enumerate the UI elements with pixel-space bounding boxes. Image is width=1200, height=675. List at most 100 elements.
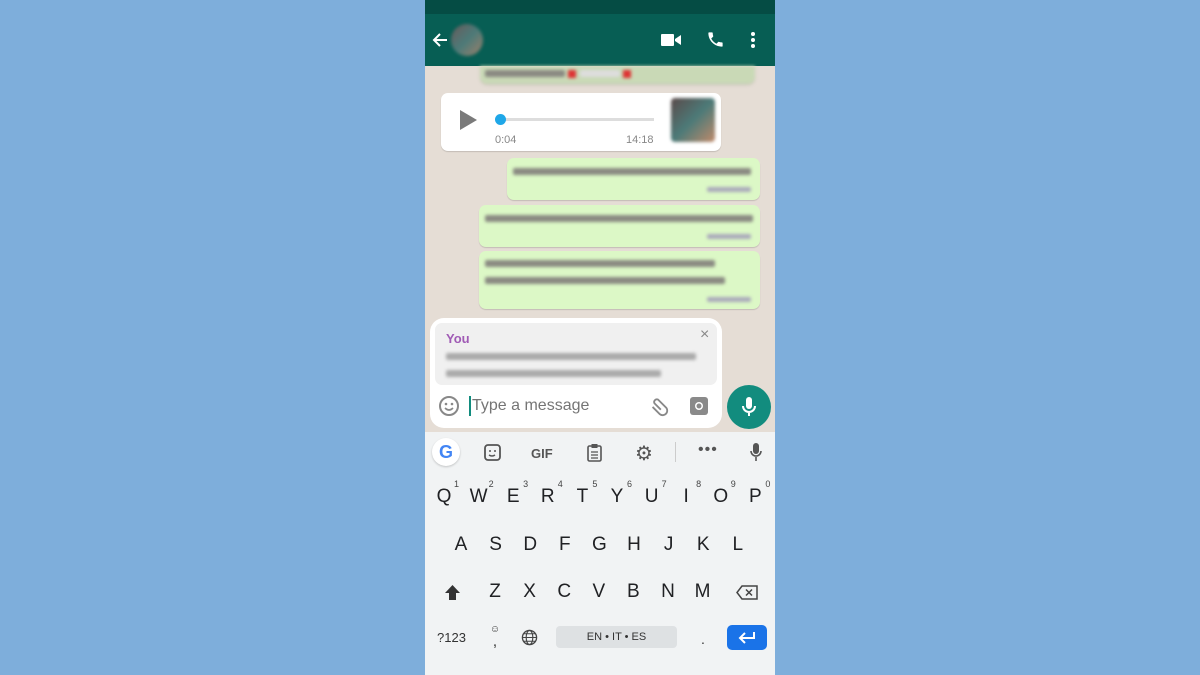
back-arrow-icon[interactable]	[431, 31, 449, 49]
camera-icon[interactable]	[689, 396, 709, 416]
contact-avatar[interactable]	[451, 24, 483, 56]
key-label: X	[523, 581, 536, 602]
key-j[interactable]: J	[654, 534, 684, 556]
sender-avatar	[671, 98, 715, 142]
key-hint: 8	[696, 479, 702, 489]
key-label: B	[627, 581, 640, 602]
seek-handle[interactable]	[495, 114, 506, 125]
key-hint: 5	[592, 479, 598, 489]
key-x[interactable]: X	[515, 581, 545, 603]
key-label: G	[592, 534, 607, 555]
key-y[interactable]: Y6	[602, 479, 632, 508]
message-bubble[interactable]	[479, 205, 760, 247]
key-b[interactable]: B	[618, 581, 648, 603]
key-hint: 3	[523, 479, 529, 489]
backspace-icon[interactable]	[736, 585, 758, 600]
key-t[interactable]: T5	[567, 479, 598, 508]
key-d[interactable]: D	[515, 534, 545, 556]
key-hint: 7	[661, 479, 667, 489]
more-icon[interactable]: •••	[698, 441, 718, 459]
emoji-icon[interactable]	[438, 395, 460, 417]
key-label: M	[694, 581, 711, 602]
key-l[interactable]: L	[723, 534, 753, 556]
key-k[interactable]: K	[688, 534, 718, 556]
gif-button[interactable]: GIF	[531, 446, 553, 461]
voice-message: 0:04 14:18	[441, 93, 721, 151]
key-label: D	[523, 534, 538, 555]
reply-author: You	[446, 331, 470, 346]
message-input[interactable]	[472, 394, 642, 418]
space-key[interactable]: EN • IT • ES	[556, 626, 677, 648]
period-key[interactable]: .	[701, 631, 705, 647]
key-o[interactable]: O9	[706, 479, 735, 508]
key-label: Z	[489, 581, 501, 602]
enter-key[interactable]	[727, 625, 767, 650]
close-reply-icon[interactable]: ×	[700, 326, 709, 344]
google-icon[interactable]: G	[432, 438, 460, 466]
key-label: O	[713, 486, 729, 507]
keyboard: G GIF ⚙ ••• Q1W2E3R4T5Y6U7I8O9P0ASDFGHJK…	[425, 432, 775, 675]
emoji-comma-key[interactable]: ☺,	[489, 622, 501, 649]
key-m[interactable]: M	[688, 581, 718, 603]
key-label: C	[557, 581, 572, 602]
key-label: K	[696, 534, 710, 555]
key-z[interactable]: Z	[480, 581, 510, 603]
key-e[interactable]: E3	[498, 479, 528, 508]
symbols-key[interactable]: ?123	[437, 630, 466, 645]
key-label: A	[454, 534, 468, 555]
gear-icon[interactable]: ⚙	[635, 441, 653, 466]
sticker-icon[interactable]	[484, 444, 501, 461]
key-i[interactable]: I8	[671, 479, 702, 508]
mic-icon	[742, 397, 756, 416]
chat-header	[425, 14, 775, 66]
phone-icon[interactable]	[706, 30, 725, 49]
key-r[interactable]: R4	[533, 479, 563, 508]
key-label: J	[663, 534, 674, 555]
key-label: V	[592, 581, 606, 602]
key-hint: 9	[730, 479, 736, 489]
phone-screen: 0:04 14:18 You × G GIF ⚙ ••• Q1W2E3R4T5Y…	[425, 0, 775, 675]
message-bubble[interactable]	[480, 66, 755, 84]
message-bubble[interactable]	[479, 251, 760, 309]
key-h[interactable]: H	[619, 534, 649, 556]
key-c[interactable]: C	[549, 581, 579, 603]
key-hint: 1	[453, 479, 459, 489]
status-bar	[425, 0, 775, 14]
more-vert-icon[interactable]	[750, 30, 756, 50]
key-p[interactable]: P0	[740, 479, 770, 508]
key-label: N	[661, 581, 675, 602]
key-label: Q	[436, 486, 452, 507]
key-a[interactable]: A	[446, 534, 476, 556]
key-label: U	[644, 486, 659, 507]
key-label: F	[558, 534, 571, 555]
key-s[interactable]: S	[481, 534, 511, 556]
key-w[interactable]: W2	[464, 479, 494, 508]
key-hint: 0	[765, 479, 771, 489]
key-g[interactable]: G	[584, 534, 614, 556]
key-n[interactable]: N	[653, 581, 683, 603]
attach-icon[interactable]	[648, 395, 670, 417]
key-label: S	[489, 534, 502, 555]
play-icon[interactable]	[459, 110, 477, 130]
key-u[interactable]: U7	[637, 479, 667, 508]
shift-icon[interactable]	[444, 584, 461, 601]
clipboard-icon[interactable]	[587, 443, 602, 462]
elapsed-time: 0:04	[495, 134, 517, 146]
enter-icon	[738, 632, 755, 644]
key-hint: 4	[557, 479, 563, 489]
key-label: Y	[610, 486, 624, 507]
message-time: 14:18	[626, 134, 654, 146]
composer: You ×	[430, 318, 722, 428]
key-hint: 2	[488, 479, 494, 489]
message-bubble[interactable]	[507, 158, 760, 200]
keyboard-mic-icon[interactable]	[750, 443, 762, 462]
key-label: I	[683, 486, 689, 507]
video-call-icon[interactable]	[660, 32, 682, 48]
voice-record-button[interactable]	[727, 385, 771, 429]
key-v[interactable]: V	[584, 581, 614, 603]
audio-seekbar[interactable]	[499, 118, 654, 121]
key-label: R	[540, 486, 555, 507]
key-f[interactable]: F	[550, 534, 580, 556]
key-q[interactable]: Q1	[429, 479, 459, 508]
globe-icon[interactable]	[521, 629, 538, 646]
